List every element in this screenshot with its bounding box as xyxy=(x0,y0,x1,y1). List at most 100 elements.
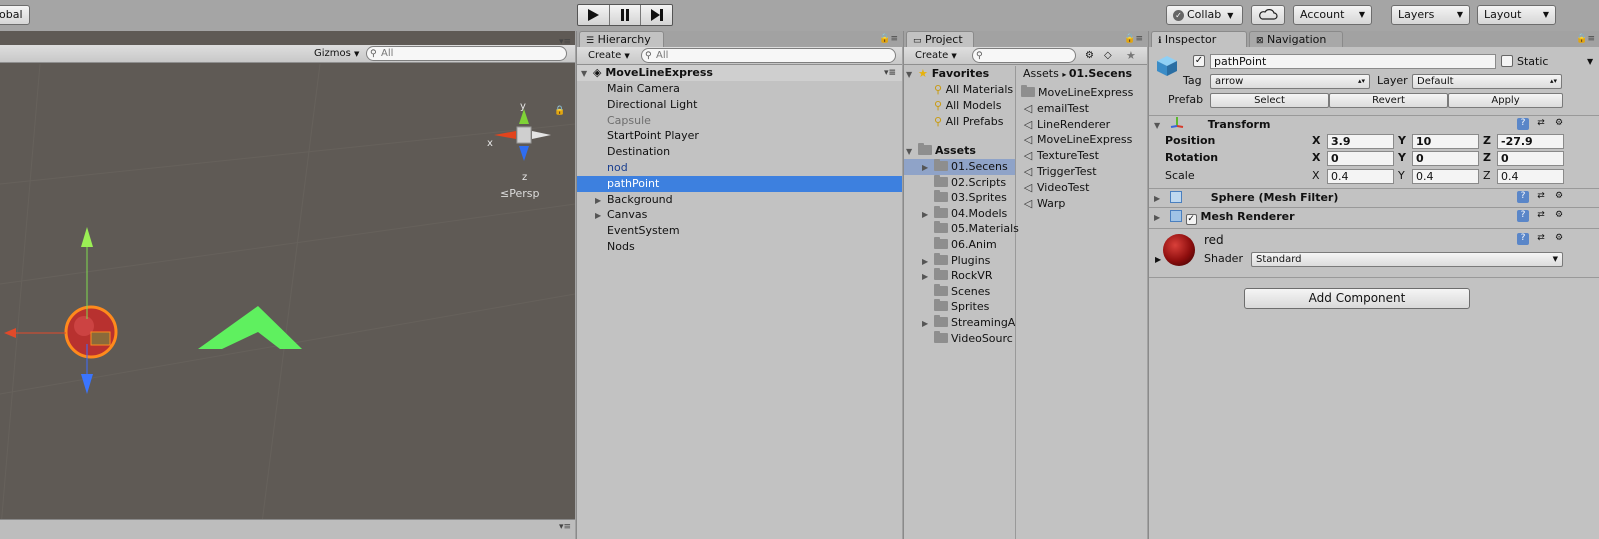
asset-file-item[interactable]: ◁ TriggerTest xyxy=(1021,164,1097,180)
help-icon[interactable]: ? xyxy=(1517,118,1529,130)
tab-inspector[interactable]: ℹ Inspector xyxy=(1151,31,1247,47)
object-name-input[interactable]: pathPoint xyxy=(1210,54,1496,69)
position-y-field[interactable]: 10 xyxy=(1412,134,1479,149)
breadcrumb-root[interactable]: Assets xyxy=(1023,67,1059,80)
cloud-button[interactable] xyxy=(1251,5,1285,25)
mesh-renderer-enabled-checkbox[interactable]: ✓ xyxy=(1185,214,1197,225)
hierarchy-item[interactable]: Directional Light xyxy=(577,97,902,113)
asset-file-item[interactable]: ◁ LineRenderer xyxy=(1021,117,1110,133)
asset-file-item[interactable]: ◁ emailTest xyxy=(1021,101,1089,117)
favorite-item[interactable]: ⚲ All Prefabs xyxy=(934,114,1004,130)
asset-folder-item[interactable]: ▶ 04.Models xyxy=(904,205,1015,223)
active-checkbox[interactable]: ✓ xyxy=(1193,55,1205,67)
static-checkbox[interactable] xyxy=(1501,55,1513,67)
tag-dropdown[interactable]: arrow ▴▾ xyxy=(1210,74,1370,89)
gear-icon[interactable]: ⚙ xyxy=(1553,210,1565,222)
position-z-field[interactable]: -27.9 xyxy=(1497,134,1564,149)
asset-folder-item[interactable]: ▶ RockVR xyxy=(904,268,1015,284)
scale-z-field[interactable]: 0.4 xyxy=(1497,169,1564,184)
asset-folder-item[interactable]: 02.Scripts xyxy=(904,174,1015,191)
orientation-gizmo[interactable] xyxy=(486,101,556,176)
asset-folder-item[interactable]: 05.Materials xyxy=(904,221,1019,237)
help-icon[interactable]: ? xyxy=(1517,233,1529,245)
breadcrumb-current[interactable]: 01.Secens xyxy=(1069,67,1132,80)
scene-viewport[interactable]: y x z 🔒 ≤Persp xyxy=(0,64,575,539)
asset-folder-item[interactable]: ▶ Plugins xyxy=(904,252,1015,270)
hierarchy-item[interactable]: Main Camera xyxy=(577,81,902,97)
rotation-y-field[interactable]: 0 xyxy=(1412,151,1479,166)
account-dropdown[interactable]: Account ▼ xyxy=(1293,5,1372,25)
hierarchy-item[interactable]: nod xyxy=(577,160,902,176)
collapsed-arrow-icon[interactable]: ▶ xyxy=(922,160,934,176)
prefab-apply-button[interactable]: Apply xyxy=(1448,93,1563,108)
hierarchy-item[interactable]: Nods xyxy=(577,239,902,255)
preset-icon[interactable]: ⇄ xyxy=(1535,118,1547,130)
asset-file-item[interactable]: MoveLineExpress xyxy=(1021,85,1133,101)
scene-menu-icon[interactable]: ▾≡ xyxy=(884,65,896,81)
collapsed-arrow-icon[interactable]: ▶ xyxy=(1155,252,1161,267)
create-dropdown[interactable]: Create ▼ xyxy=(912,49,960,63)
preset-icon[interactable]: ⇄ xyxy=(1535,233,1547,245)
asset-file-item[interactable]: ◁ MoveLineExpress xyxy=(1021,132,1133,148)
collapsed-arrow-icon[interactable]: ▶ xyxy=(595,208,607,224)
shader-dropdown[interactable]: Standard ▼ xyxy=(1251,252,1563,267)
layers-dropdown[interactable]: Layers ▼ xyxy=(1391,5,1470,25)
gear-icon[interactable]: ⚙ xyxy=(1553,233,1565,245)
preset-icon[interactable]: ⇄ xyxy=(1535,210,1547,222)
lock-menu-icon[interactable]: 🔒≡ xyxy=(1124,34,1143,44)
mesh-renderer-header[interactable]: ▶ ✓ Mesh Renderer xyxy=(1149,207,1599,225)
hierarchy-item[interactable]: Capsule xyxy=(577,113,902,129)
mesh-filter-header[interactable]: ▶ Sphere (Mesh Filter) xyxy=(1149,188,1599,206)
transform-header[interactable]: ▼ Transform xyxy=(1149,115,1599,133)
tab-hierarchy[interactable]: ☰ Hierarchy xyxy=(579,31,664,47)
scale-y-axis-label[interactable]: Y xyxy=(1398,168,1405,183)
gizmos-dropdown[interactable]: Gizmos ▼ xyxy=(311,47,362,61)
hierarchy-item[interactable]: ▶ Background xyxy=(577,192,902,208)
favorite-item[interactable]: ⚲ All Models xyxy=(934,98,1001,114)
layout-dropdown[interactable]: Layout ▼ xyxy=(1477,5,1556,25)
collapsed-arrow-icon[interactable]: ▶ xyxy=(595,193,607,209)
collapsed-arrow-icon[interactable]: ▶ xyxy=(922,316,934,332)
asset-folder-item[interactable]: 06.Anim xyxy=(904,237,1015,253)
hierarchy-item[interactable]: EventSystem xyxy=(577,223,902,239)
position-y-axis-label[interactable]: Y xyxy=(1398,133,1406,148)
lock-menu-icon[interactable]: 🔒≡ xyxy=(1576,34,1595,44)
collapsed-arrow-icon[interactable]: ▶ xyxy=(922,269,934,285)
favorite-star-icon[interactable]: ★ xyxy=(1123,49,1139,63)
collab-button[interactable]: ✓ Collab ▼ xyxy=(1166,5,1243,25)
step-button[interactable] xyxy=(641,5,672,25)
add-component-button[interactable]: Add Component xyxy=(1244,288,1470,309)
help-icon[interactable]: ? xyxy=(1517,210,1529,222)
scene-root-row[interactable]: ▼ ◈ MoveLineExpress ▾≡ xyxy=(577,65,902,81)
filter-type-icon[interactable]: ⚙ xyxy=(1082,49,1097,63)
asset-folder-item[interactable]: 03.Sprites xyxy=(904,190,1015,206)
asset-folder-item[interactable]: Sprites xyxy=(904,299,1015,315)
asset-file-item[interactable]: ◁ VideoTest xyxy=(1021,180,1090,196)
hierarchy-item[interactable]: StartPoint Player xyxy=(577,128,902,144)
static-dropdown-icon[interactable]: ▼ xyxy=(1587,54,1593,69)
prefab-select-button[interactable]: Select xyxy=(1210,93,1329,108)
create-dropdown[interactable]: Create ▼ xyxy=(585,49,633,63)
collapsed-arrow-icon[interactable]: ▶ xyxy=(922,254,934,270)
scene-search-input[interactable]: ⚲ All xyxy=(366,46,567,61)
panel-menu-icon[interactable]: ▾≡ xyxy=(559,37,571,47)
prefab-revert-button[interactable]: Revert xyxy=(1329,93,1448,108)
lock-icon[interactable]: 🔒 xyxy=(554,106,565,116)
play-button[interactable] xyxy=(578,5,610,25)
pause-button[interactable] xyxy=(609,5,642,25)
rotation-x-axis-label[interactable]: X xyxy=(1312,150,1320,165)
lock-menu-icon[interactable]: 🔒≡ xyxy=(879,34,898,44)
hierarchy-item[interactable]: Destination xyxy=(577,144,902,160)
position-x-field[interactable]: 3.9 xyxy=(1327,134,1394,149)
collapsed-arrow-icon[interactable]: ▶ xyxy=(922,207,934,223)
rotation-y-axis-label[interactable]: Y xyxy=(1398,150,1406,165)
filter-label-icon[interactable]: ◇ xyxy=(1101,49,1115,63)
position-x-axis-label[interactable]: X xyxy=(1312,133,1320,148)
asset-file-item[interactable]: ◁ TextureTest xyxy=(1021,148,1099,164)
tab-project[interactable]: ▭ Project xyxy=(906,31,974,47)
hierarchy-search-input[interactable]: ⚲ All xyxy=(641,48,896,63)
scale-x-field[interactable]: 0.4 xyxy=(1327,169,1394,184)
layer-dropdown[interactable]: Default ▴▾ xyxy=(1412,74,1562,89)
favorites-row[interactable]: ▼ ★ Favorites xyxy=(906,66,989,82)
global-toggle-button[interactable]: obal xyxy=(0,5,30,25)
